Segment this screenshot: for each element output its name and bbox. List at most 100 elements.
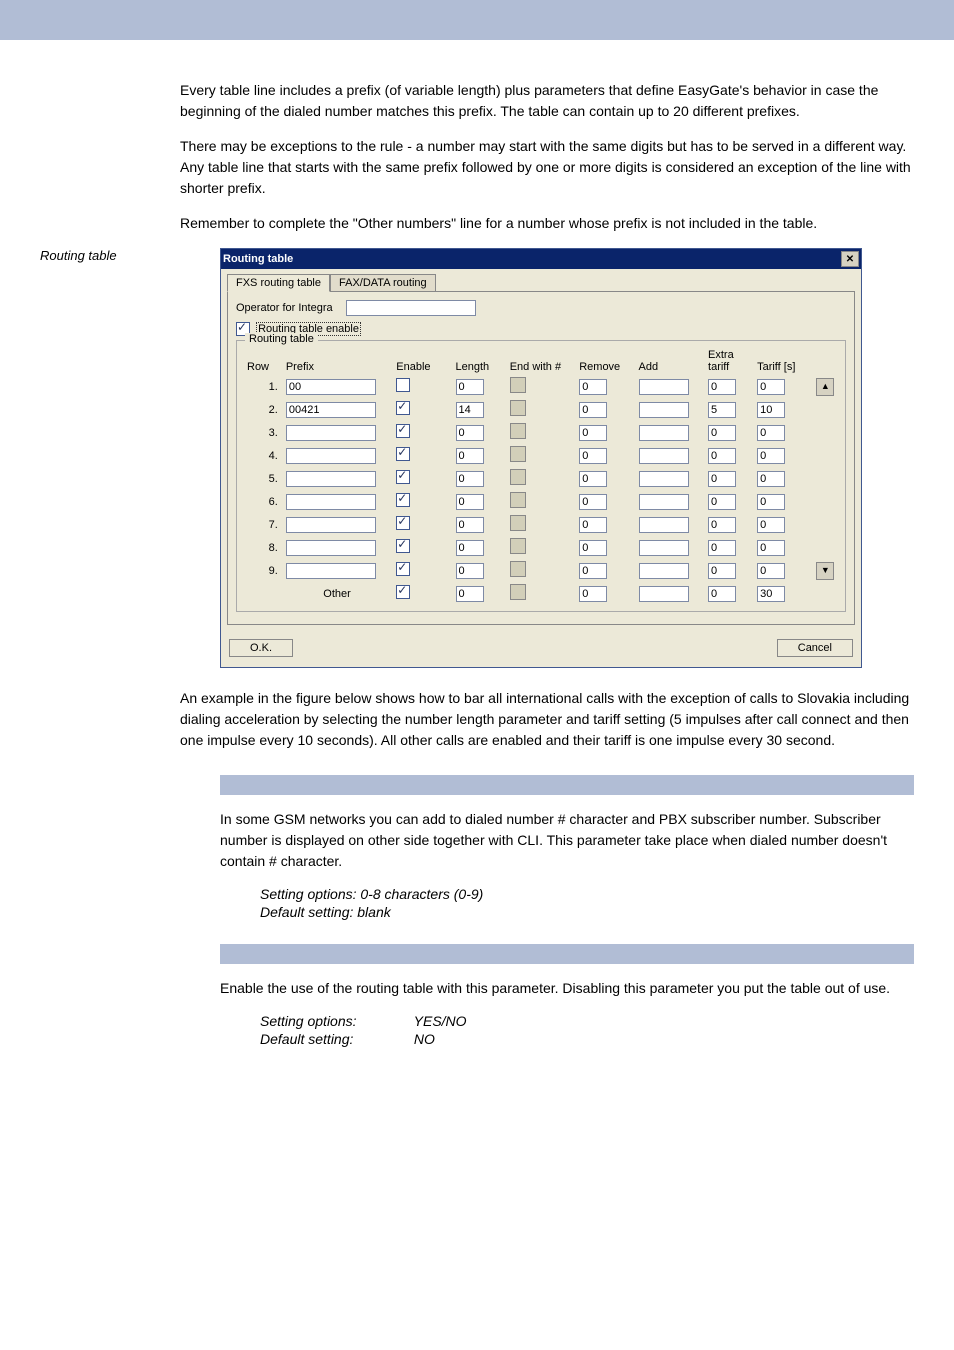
add-input[interactable] bbox=[639, 517, 689, 533]
extra-input[interactable] bbox=[708, 448, 736, 464]
endwith-checkbox[interactable] bbox=[510, 400, 526, 416]
enable-checkbox[interactable] bbox=[396, 401, 410, 415]
prefix-input[interactable] bbox=[286, 563, 376, 579]
other-tariff-input[interactable] bbox=[757, 586, 785, 602]
integra-options: Setting options: 0-8 characters (0-9) bbox=[260, 886, 914, 902]
cancel-button[interactable]: Cancel bbox=[777, 639, 853, 657]
remove-input[interactable] bbox=[579, 379, 607, 395]
tariff-input[interactable] bbox=[757, 402, 785, 418]
tariff-input[interactable] bbox=[757, 563, 785, 579]
length-input[interactable] bbox=[456, 471, 484, 487]
remove-input[interactable] bbox=[579, 425, 607, 441]
row-number: 5. bbox=[243, 467, 282, 490]
length-input[interactable] bbox=[456, 494, 484, 510]
extra-input[interactable] bbox=[708, 517, 736, 533]
endwith-checkbox[interactable] bbox=[510, 515, 526, 531]
extra-input[interactable] bbox=[708, 402, 736, 418]
tariff-input[interactable] bbox=[757, 517, 785, 533]
prefix-input[interactable] bbox=[286, 379, 376, 395]
prefix-input[interactable] bbox=[286, 517, 376, 533]
table-row: 4. bbox=[243, 444, 839, 467]
tab-fxs-routing[interactable]: FXS routing table bbox=[227, 274, 330, 292]
endwith-checkbox[interactable] bbox=[510, 492, 526, 508]
tariff-input[interactable] bbox=[757, 494, 785, 510]
remove-input[interactable] bbox=[579, 448, 607, 464]
extra-input[interactable] bbox=[708, 563, 736, 579]
add-input[interactable] bbox=[639, 540, 689, 556]
extra-input[interactable] bbox=[708, 471, 736, 487]
enable-checkbox[interactable] bbox=[396, 562, 410, 576]
length-input[interactable] bbox=[456, 563, 484, 579]
tariff-input[interactable] bbox=[757, 448, 785, 464]
close-icon[interactable]: ✕ bbox=[841, 251, 859, 267]
prefix-input[interactable] bbox=[286, 425, 376, 441]
tariff-input[interactable] bbox=[757, 425, 785, 441]
other-endwith-checkbox[interactable] bbox=[510, 584, 526, 600]
enable-default: Default setting: NO bbox=[260, 1031, 914, 1047]
other-add-input[interactable] bbox=[639, 586, 689, 602]
remove-input[interactable] bbox=[579, 402, 607, 418]
length-input[interactable] bbox=[456, 402, 484, 418]
endwith-checkbox[interactable] bbox=[510, 423, 526, 439]
add-input[interactable] bbox=[639, 448, 689, 464]
scroll-down-icon[interactable]: ▼ bbox=[816, 562, 834, 580]
length-input[interactable] bbox=[456, 425, 484, 441]
endwith-checkbox[interactable] bbox=[510, 561, 526, 577]
remove-input[interactable] bbox=[579, 563, 607, 579]
enable-checkbox[interactable] bbox=[396, 493, 410, 507]
endwith-checkbox[interactable] bbox=[510, 377, 526, 393]
other-label: Other bbox=[282, 582, 392, 605]
add-input[interactable] bbox=[639, 471, 689, 487]
col-tariff: Tariff [s] bbox=[753, 347, 812, 375]
extra-input[interactable] bbox=[708, 540, 736, 556]
other-extra-input[interactable] bbox=[708, 586, 736, 602]
remove-input[interactable] bbox=[579, 494, 607, 510]
ok-button[interactable]: O.K. bbox=[229, 639, 293, 657]
operator-row: Operator for Integra bbox=[236, 300, 846, 316]
tariff-input[interactable] bbox=[757, 379, 785, 395]
endwith-checkbox[interactable] bbox=[510, 446, 526, 462]
tab-fax-data-routing[interactable]: FAX/DATA routing bbox=[330, 274, 436, 291]
other-length-input[interactable] bbox=[456, 586, 484, 602]
enable-checkbox[interactable] bbox=[396, 470, 410, 484]
add-input[interactable] bbox=[639, 425, 689, 441]
prefix-input[interactable] bbox=[286, 471, 376, 487]
other-enable-checkbox[interactable] bbox=[396, 585, 410, 599]
prefix-input[interactable] bbox=[286, 402, 376, 418]
extra-input[interactable] bbox=[708, 425, 736, 441]
prefix-input[interactable] bbox=[286, 494, 376, 510]
operator-input[interactable] bbox=[346, 300, 476, 316]
endwith-checkbox[interactable] bbox=[510, 538, 526, 554]
prefix-input[interactable] bbox=[286, 448, 376, 464]
add-input[interactable] bbox=[639, 379, 689, 395]
length-input[interactable] bbox=[456, 540, 484, 556]
prefix-input[interactable] bbox=[286, 540, 376, 556]
section-bar-2 bbox=[220, 944, 914, 964]
enable-checkbox[interactable] bbox=[396, 516, 410, 530]
other-remove-input[interactable] bbox=[579, 586, 607, 602]
col-enable: Enable bbox=[392, 347, 451, 375]
enable-checkbox[interactable] bbox=[396, 539, 410, 553]
paragraph-2: There may be exceptions to the rule - a … bbox=[180, 136, 914, 199]
tariff-input[interactable] bbox=[757, 540, 785, 556]
enable-checkbox[interactable] bbox=[396, 424, 410, 438]
enable-checkbox[interactable] bbox=[396, 447, 410, 461]
col-endwith: End with # bbox=[506, 347, 576, 375]
col-add: Add bbox=[635, 347, 705, 375]
endwith-checkbox[interactable] bbox=[510, 469, 526, 485]
remove-input[interactable] bbox=[579, 540, 607, 556]
tariff-input[interactable] bbox=[757, 471, 785, 487]
length-input[interactable] bbox=[456, 379, 484, 395]
add-input[interactable] bbox=[639, 494, 689, 510]
add-input[interactable] bbox=[639, 563, 689, 579]
length-input[interactable] bbox=[456, 448, 484, 464]
scroll-up-icon[interactable]: ▲ bbox=[816, 378, 834, 396]
extra-input[interactable] bbox=[708, 494, 736, 510]
length-input[interactable] bbox=[456, 517, 484, 533]
remove-input[interactable] bbox=[579, 517, 607, 533]
enable-checkbox[interactable] bbox=[396, 378, 410, 392]
extra-input[interactable] bbox=[708, 379, 736, 395]
routing-table: Row Prefix Enable Length End with # Remo… bbox=[243, 347, 839, 605]
remove-input[interactable] bbox=[579, 471, 607, 487]
add-input[interactable] bbox=[639, 402, 689, 418]
